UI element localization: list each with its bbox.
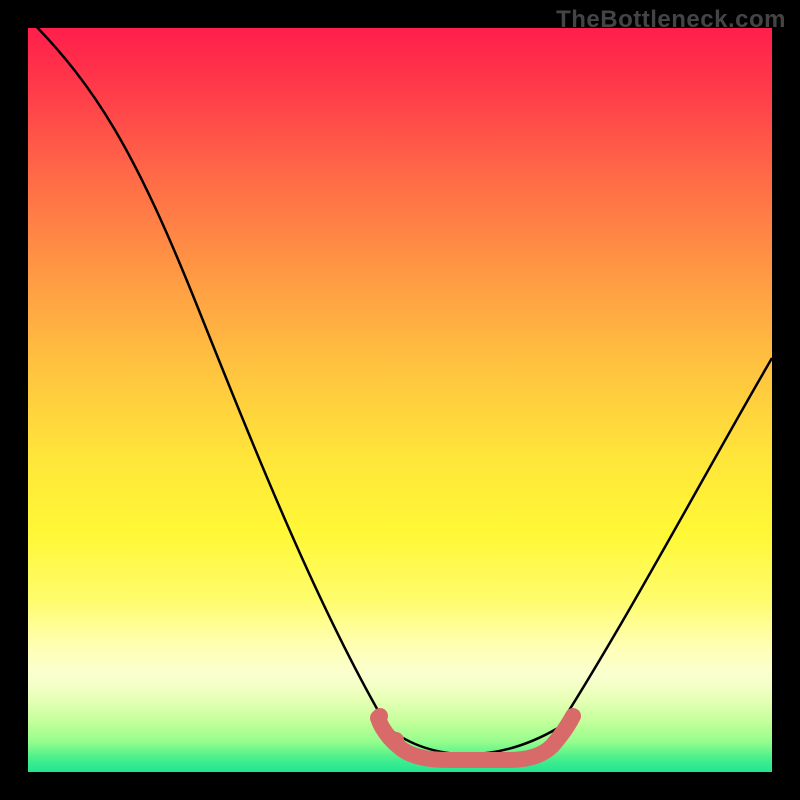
- bottleneck-curve: [28, 28, 772, 754]
- figure-container: TheBottleneck.com: [0, 0, 800, 800]
- optimal-zone-dot: [388, 732, 404, 748]
- optimal-zone-band: [378, 716, 573, 760]
- plot-area: [28, 28, 772, 772]
- watermark-text: TheBottleneck.com: [556, 6, 786, 34]
- optimal-zone-dot: [372, 708, 388, 724]
- curve-overlay: [28, 28, 772, 772]
